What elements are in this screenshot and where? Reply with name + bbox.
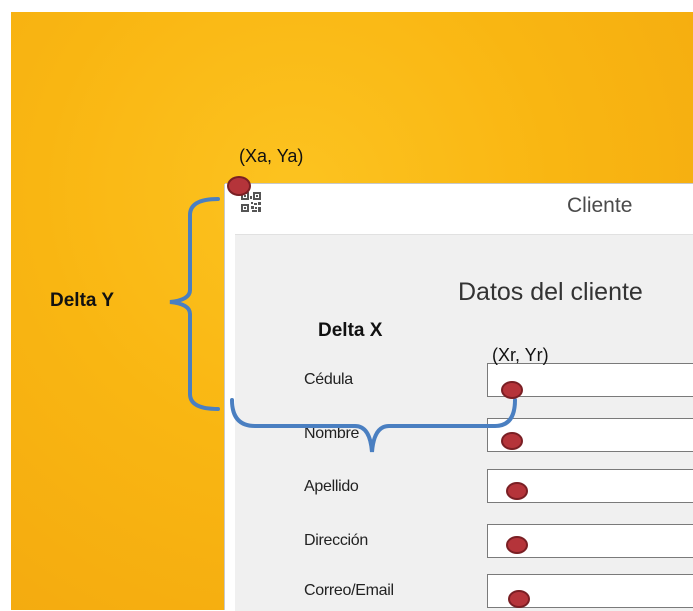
screenshot-frame: Cliente Datos del cliente Cédula Nombre … [0, 0, 693, 611]
label-apellido: Apellido [304, 478, 359, 495]
correo-input[interactable] [487, 574, 693, 608]
label-cedula: Cédula [304, 371, 353, 388]
label-direccion: Dirección [304, 532, 368, 549]
cedula-input[interactable] [487, 363, 693, 397]
window-title: Cliente [567, 194, 633, 217]
apellido-input[interactable] [487, 469, 693, 503]
label-correo: Correo/Email [304, 582, 394, 599]
window-titlebar[interactable]: Cliente [225, 184, 693, 232]
form-heading: Datos del cliente [458, 278, 643, 306]
qr-code-icon [241, 192, 261, 212]
label-nombre: Nombre [304, 425, 360, 442]
nombre-input[interactable] [487, 418, 693, 452]
direccion-input[interactable] [487, 524, 693, 558]
